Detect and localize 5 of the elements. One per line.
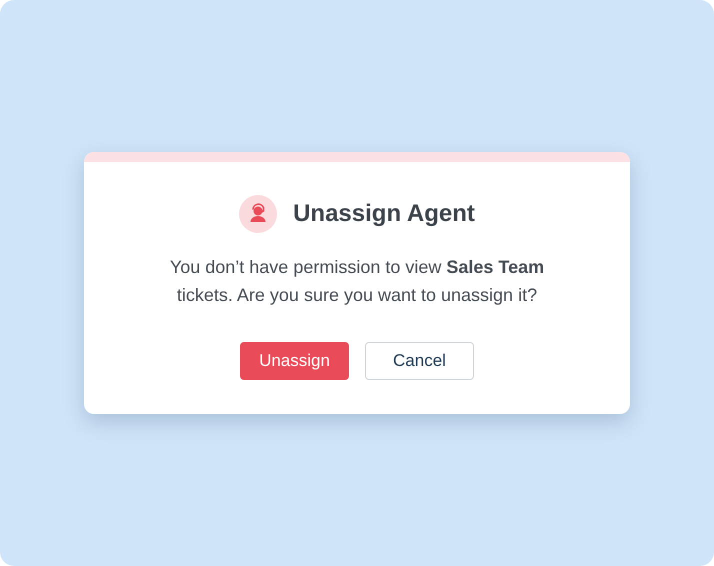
unassign-button[interactable]: Unassign: [240, 342, 349, 380]
agent-icon: [239, 195, 278, 233]
dialog-title: Unassign Agent: [293, 199, 475, 229]
dialog-message: You don’t have permission to view Sales Team tickets. Are you sure you want to unassign it?: [168, 256, 546, 307]
cancel-button[interactable]: Cancel: [365, 342, 474, 380]
